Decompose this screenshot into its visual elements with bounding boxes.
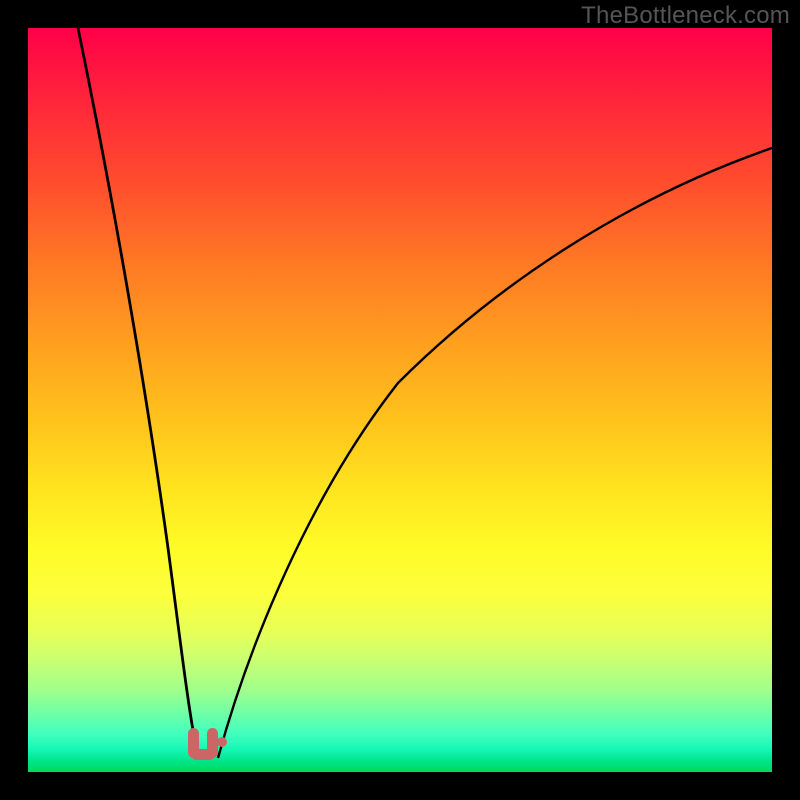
curve-overlay [28, 28, 772, 772]
right-curve [218, 148, 772, 758]
plot-area [28, 28, 772, 772]
chart-container: TheBottleneck.com [0, 0, 800, 800]
watermark-text: TheBottleneck.com [581, 2, 790, 30]
left-curve [78, 28, 198, 758]
valley-blob-dot [217, 737, 227, 747]
valley-blob-bottom [191, 749, 215, 760]
